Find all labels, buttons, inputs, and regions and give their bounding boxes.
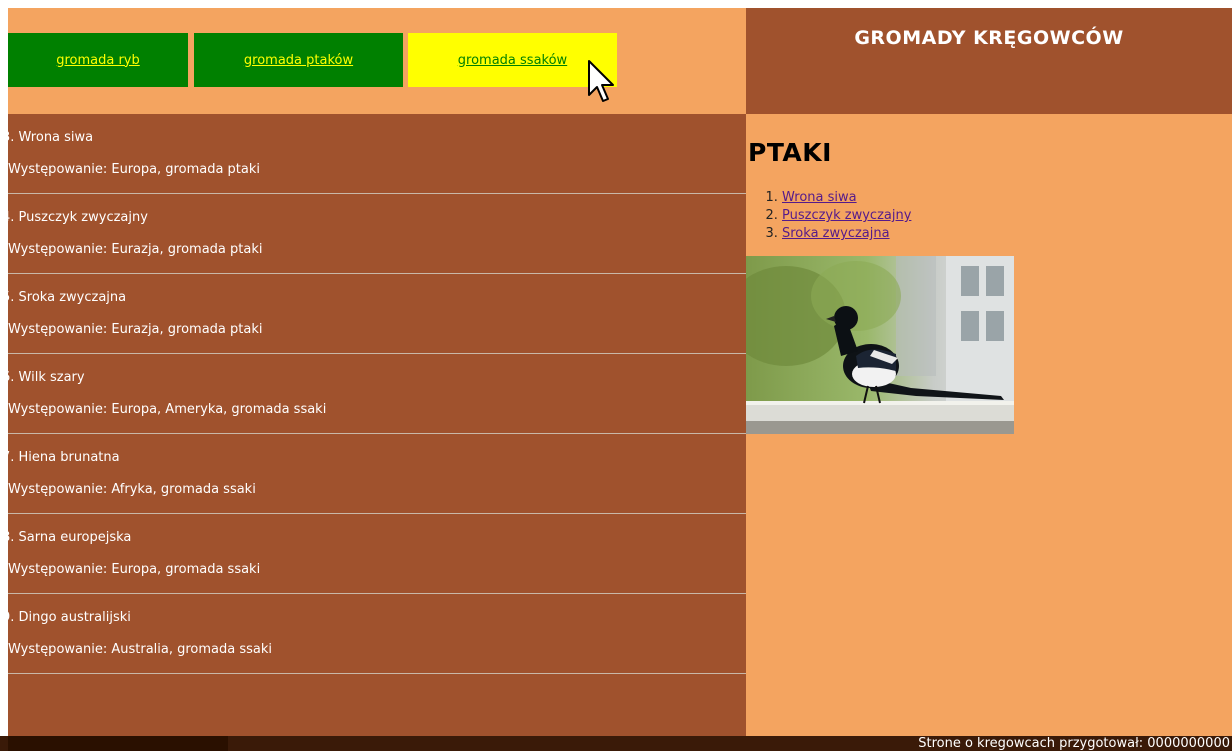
list-item: Puszczyk zwyczajny (782, 207, 911, 225)
footer-text: Strone o kregowcach przygotował: 0000000… (918, 736, 1230, 751)
species-name: 7. Hiena brunatna (2, 450, 120, 465)
species-name: 4. Puszczyk zwyczajny (2, 210, 148, 225)
mouse-cursor-icon (588, 60, 614, 102)
bird-links-list: Wrona siwa Puszczyk zwyczajny Sroka zwyc… (782, 189, 911, 243)
species-name: 9. Dingo australijski (2, 610, 131, 625)
section-heading: PTAKI (748, 138, 832, 167)
list-item: 9. Dingo australijski Występowanie: Aust… (2, 594, 746, 674)
species-occurrence: Występowanie: Eurazja, gromada ptaki (8, 242, 263, 257)
species-occurrence: Występowanie: Europa, gromada ptaki (8, 162, 261, 177)
species-occurrence: Występowanie: Europa, Ameryka, gromada s… (8, 402, 327, 417)
page-header: GROMADY KRĘGOWCÓW (746, 8, 1232, 114)
fish-class-button[interactable]: gromada ryb (8, 33, 188, 87)
mammals-class-button[interactable]: gromada ssaków (408, 33, 617, 87)
list-item: Sroka zwyczajna (782, 225, 911, 243)
list-item: 5. Sroka zwyczajna Występowanie: Eurazja… (2, 274, 746, 354)
magpie-photo (746, 256, 1014, 434)
species-name: 8. Sarna europejska (2, 530, 132, 545)
species-occurrence: Występowanie: Afryka, gromada ssaki (8, 482, 256, 497)
bird-link-puszczyk[interactable]: Puszczyk zwyczajny (782, 208, 911, 223)
bird-link-sroka[interactable]: Sroka zwyczajna (782, 226, 890, 241)
page: gromada ryb gromada ptaków gromada ssakó… (0, 0, 1232, 751)
bird-link-wrona[interactable]: Wrona siwa (782, 190, 857, 205)
list-item: 3. Wrona siwa Występowanie: Europa, grom… (2, 114, 746, 194)
page-title: GROMADY KRĘGOWCÓW (854, 27, 1124, 49)
list-item: 7. Hiena brunatna Występowanie: Afryka, … (2, 434, 746, 514)
species-occurrence: Występowanie: Australia, gromada ssaki (8, 642, 273, 657)
species-name: 5. Sroka zwyczajna (2, 290, 127, 305)
list-item: 4. Puszczyk zwyczajny Występowanie: Eura… (2, 194, 746, 274)
list-item: 8. Sarna europejska Występowanie: Europa… (2, 514, 746, 594)
birds-panel: PTAKI Wrona siwa Puszczyk zwyczajny Srok… (746, 114, 1232, 736)
species-name: 3. Wrona siwa (2, 130, 94, 145)
species-occurrence: Występowanie: Europa, gromada ssaki (8, 562, 261, 577)
nav-menu: gromada ryb gromada ptaków gromada ssakó… (8, 8, 746, 114)
list-item: Wrona siwa (782, 189, 911, 207)
species-occurrence: Występowanie: Eurazja, gromada ptaki (8, 322, 263, 337)
list-item: 6. Wilk szary Występowanie: Europa, Amer… (2, 354, 746, 434)
birds-class-button[interactable]: gromada ptaków (194, 33, 403, 87)
footer-divider (8, 736, 228, 751)
species-name: 6. Wilk szary (2, 370, 85, 385)
species-list: 3. Wrona siwa Występowanie: Europa, grom… (2, 114, 746, 736)
